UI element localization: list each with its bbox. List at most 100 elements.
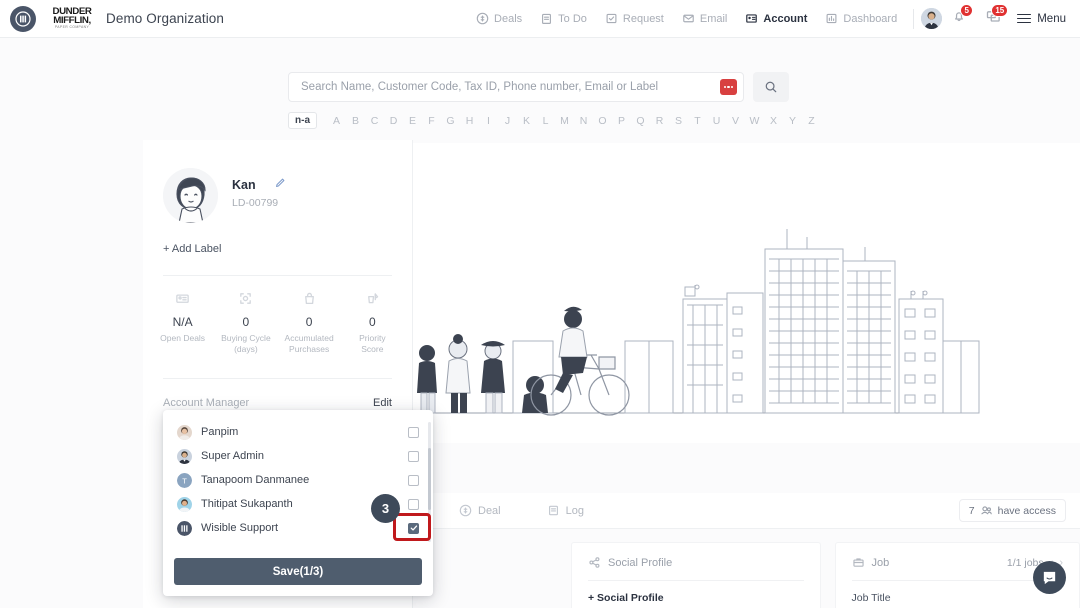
avatar (177, 496, 192, 512)
alpha-letter[interactable]: E (403, 115, 422, 127)
dunder-mifflin-logo: DUNDER MIFFLIN, PAPER COMPANY (50, 7, 94, 29)
organization-title: Demo Organization (106, 11, 225, 26)
checkbox[interactable] (408, 498, 419, 510)
alpha-letter[interactable]: Q (631, 115, 650, 127)
alpha-letter[interactable]: R (650, 115, 669, 127)
profile-name-block: Kan LD-00799 (232, 168, 286, 209)
list-item[interactable]: T Tanapoom Danmanee (163, 468, 433, 492)
wisible-logo-icon[interactable] (10, 5, 36, 32)
wisible-logo-avatar (177, 520, 192, 536)
alpha-letter[interactable]: N (574, 115, 593, 127)
checkbox[interactable] (408, 450, 419, 462)
access-count: 7 (968, 504, 975, 517)
dropdown-scrollbar[interactable] (428, 422, 431, 542)
stat-label: Buying Cycle (days) (221, 333, 271, 355)
alpha-letter[interactable]: D (384, 115, 403, 127)
alpha-letter[interactable]: V (726, 115, 745, 127)
alpha-letter[interactable]: M (555, 115, 574, 127)
alpha-letter[interactable]: F (422, 115, 441, 127)
stat-value: 0 (305, 315, 313, 329)
access-label: have access (997, 504, 1056, 517)
panel-title: Social Profile (608, 556, 673, 569)
notification-badge: 5 (960, 4, 974, 17)
nav-label: Deals (494, 12, 523, 25)
alpha-letter[interactable]: G (441, 115, 460, 127)
alpha-letter[interactable]: T (688, 115, 707, 127)
tab-deal[interactable]: Deal (459, 504, 501, 517)
alpha-letter[interactable]: C (365, 115, 384, 127)
panel-body: + Social Profile (588, 581, 804, 604)
have-access-button[interactable]: 7 have access (958, 499, 1066, 522)
add-label-button[interactable]: + Add Label (143, 223, 412, 255)
nav-item-dashboard[interactable]: Dashboard (816, 0, 906, 37)
alpha-letter[interactable]: S (669, 115, 688, 127)
alpha-letter[interactable]: I (479, 115, 498, 127)
alpha-letter[interactable]: L (536, 115, 555, 127)
messages-button[interactable]: 15 (976, 3, 1011, 29)
checkbox-checked[interactable] (408, 522, 419, 534)
main-nav: Deals To Do Request Email Account Dashbo… (467, 0, 1080, 37)
tab-label: Deal (478, 504, 501, 517)
detail-tab-strip: Deal Log 7 have access (413, 493, 1080, 529)
pencil-icon[interactable] (274, 176, 286, 194)
stat-label: Priority Score (359, 333, 386, 355)
social-profile-panel: Social Profile + Social Profile (571, 542, 821, 608)
search-box[interactable] (288, 72, 744, 102)
menu-button[interactable]: Menu (1011, 13, 1080, 25)
nav-item-deals[interactable]: Deals (467, 0, 531, 37)
list-item-label: Panpim (201, 426, 239, 438)
red-dots-icon[interactable] (720, 79, 737, 95)
top-navigation-bar: DUNDER MIFFLIN, PAPER COMPANY Demo Organ… (0, 0, 1080, 38)
app-page: DUNDER MIFFLIN, PAPER COMPANY Demo Organ… (0, 0, 1080, 608)
alpha-letter[interactable]: B (346, 115, 365, 127)
alpha-letter[interactable]: K (517, 115, 536, 127)
checkbox[interactable] (408, 474, 419, 486)
nav-item-account[interactable]: Account (736, 0, 816, 37)
nav-item-todo[interactable]: To Do (531, 0, 596, 37)
panel-header: Job 1/1 jobs ‹ › (852, 556, 1063, 569)
email-icon (682, 12, 695, 25)
nav-item-email[interactable]: Email (673, 0, 737, 37)
card-icon (151, 290, 214, 306)
priority-icon (341, 290, 404, 306)
checkbox[interactable] (408, 426, 419, 438)
nav-divider (913, 8, 915, 29)
chat-widget-button[interactable] (1033, 561, 1066, 594)
city-illustration-banner (413, 143, 1080, 443)
stat-accumulated-purchases: 0 Accumulated Purchases (278, 290, 341, 356)
add-social-profile-link[interactable]: + Social Profile (588, 592, 664, 604)
list-item-label: Super Admin (201, 450, 264, 462)
alpha-letter[interactable]: U (707, 115, 726, 127)
notifications-button[interactable]: 5 (942, 4, 976, 28)
alpha-letter[interactable]: O (593, 115, 612, 127)
stat-label: Open Deals (160, 333, 206, 343)
alpha-letter[interactable]: P (612, 115, 631, 127)
search-button[interactable] (753, 72, 789, 102)
alpha-letter[interactable]: W (745, 115, 764, 127)
tab-log[interactable]: Log (547, 504, 584, 517)
search-input[interactable] (301, 81, 720, 93)
nav-label: Dashboard (843, 12, 898, 25)
bag-icon (278, 290, 341, 306)
list-item[interactable]: Super Admin (163, 444, 433, 468)
tab-label: Log (565, 504, 584, 517)
log-icon (548, 505, 558, 516)
alpha-na-toggle[interactable]: n-a (288, 112, 317, 129)
alpha-letter[interactable]: Y (783, 115, 802, 127)
svg-text:T: T (182, 476, 187, 485)
stat-priority-score: 0 Priority Score (341, 290, 404, 356)
panel-title-group: Social Profile (588, 556, 672, 569)
save-button[interactable]: Save(1/3) (174, 558, 422, 585)
panel-title-group: Job (852, 556, 889, 569)
alpha-letter[interactable]: X (764, 115, 783, 127)
alpha-letter[interactable]: J (498, 115, 517, 127)
list-item-label: Tanapoom Danmanee (201, 474, 310, 486)
avatar[interactable] (921, 8, 943, 29)
alpha-letter[interactable]: H (460, 115, 479, 127)
account-manager-edit-button[interactable]: Edit (373, 397, 392, 409)
alpha-letter[interactable]: Z (802, 115, 821, 127)
nav-item-request[interactable]: Request (596, 0, 673, 37)
profile-avatar[interactable] (163, 168, 218, 223)
alpha-letter[interactable]: A (327, 115, 346, 127)
list-item[interactable]: Panpim (163, 420, 433, 444)
